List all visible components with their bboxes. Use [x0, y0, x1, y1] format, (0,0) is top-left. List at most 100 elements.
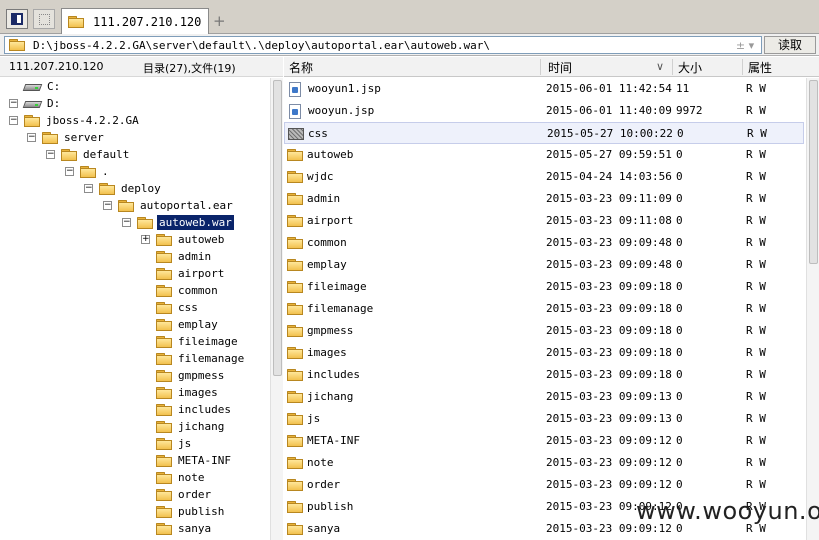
sort-descending-icon[interactable]: ∨ — [656, 60, 664, 73]
collapse-icon[interactable]: − — [9, 99, 18, 108]
table-row[interactable]: airport 2015-03-23 09:11:08 0 R W — [284, 210, 804, 232]
collapse-icon[interactable]: − — [9, 116, 18, 125]
file-attr: R W — [746, 412, 766, 425]
column-attr[interactable]: 属性 — [748, 59, 772, 75]
list-scroll-thumb[interactable] — [809, 80, 818, 264]
tree-node-note[interactable]: note — [156, 469, 207, 486]
panel-toggle-button[interactable] — [6, 9, 28, 29]
tree-node-label: autoportal.ear — [140, 199, 233, 212]
column-divider[interactable] — [742, 59, 743, 75]
tree-node-sanya[interactable]: sanya — [156, 520, 213, 537]
file-icon — [289, 81, 301, 97]
tree-node-meta-inf[interactable]: META-INF — [156, 452, 233, 469]
tree-scroll-thumb[interactable] — [273, 80, 282, 376]
tree-node-dot[interactable]: . — [80, 163, 111, 180]
file-attr: R W — [746, 280, 766, 293]
folder-tree[interactable]: C: − D: − jboss-4.2.2.GA − server − default −. − de… — [0, 78, 283, 540]
file-attr: R W — [746, 104, 766, 117]
table-row[interactable]: autoweb 2015-05-27 09:59:51 0 R W — [284, 144, 804, 166]
collapse-icon[interactable]: − — [27, 133, 36, 142]
file-size: 9972 — [676, 104, 703, 117]
table-row[interactable]: wjdc 2015-04-24 14:03:56 0 R W — [284, 166, 804, 188]
list-header: 名称 时间 ∨ 大小 属性 — [284, 57, 819, 77]
list-scrollbar[interactable] — [806, 78, 819, 540]
file-time: 2015-03-23 09:09:48 — [546, 236, 672, 249]
table-row[interactable]: note 2015-03-23 09:09:12 0 R W — [284, 452, 804, 474]
file-attr: R W — [747, 127, 767, 140]
tree-node-filemanage[interactable]: filemanage — [156, 350, 246, 367]
file-list[interactable]: wooyun1.jsp 2015-06-01 11:42:54 11 R Wwooyu… — [284, 78, 806, 540]
table-row[interactable]: order 2015-03-23 09:09:12 0 R W — [284, 474, 804, 496]
tree-node-admin[interactable]: admin — [156, 248, 213, 265]
table-row[interactable]: wooyun.jsp 2015-06-01 11:40:09 9972 R W — [284, 100, 804, 122]
tree-node-gmpmess[interactable]: gmpmess — [156, 367, 226, 384]
tree-node-airport[interactable]: airport — [156, 265, 226, 282]
tree-node-emplay[interactable]: emplay — [156, 316, 220, 333]
table-row[interactable]: META-INF 2015-03-23 09:09:12 0 R W — [284, 430, 804, 452]
tree-node-fileimage[interactable]: fileimage — [156, 333, 240, 350]
tree-node-label: publish — [178, 505, 225, 518]
table-row[interactable]: jichang 2015-03-23 09:09:13 0 R W — [284, 386, 804, 408]
path-input[interactable]: D:\jboss-4.2.2.GA\server\default\.\deplo… — [4, 36, 762, 54]
folder-icon — [287, 281, 303, 293]
file-name-cell: fileimage — [287, 276, 367, 298]
file-time: 2015-03-23 09:09:18 — [546, 302, 672, 315]
folder-icon — [156, 437, 172, 450]
table-row[interactable]: fileimage 2015-03-23 09:09:18 0 R W — [284, 276, 804, 298]
file-attr: R W — [746, 82, 766, 95]
tree-node-c[interactable]: C: — [24, 78, 62, 95]
path-dropdown-icon[interactable]: ± ▾ — [729, 39, 761, 52]
collapse-icon[interactable]: − — [84, 184, 93, 193]
tree-node-order[interactable]: order — [156, 486, 213, 503]
tree-node-css[interactable]: css — [156, 299, 200, 316]
tree-node-common[interactable]: common — [156, 282, 220, 299]
blank-tab-button[interactable] — [33, 9, 55, 29]
folder-icon — [156, 420, 172, 433]
table-row[interactable]: images 2015-03-23 09:09:18 0 R W — [284, 342, 804, 364]
file-name: autoweb — [307, 148, 354, 161]
tree-node-deploy[interactable]: deploy — [99, 180, 163, 197]
table-row[interactable]: admin 2015-03-23 09:11:09 0 R W — [284, 188, 804, 210]
file-name-cell: emplay — [287, 254, 347, 276]
folder-icon — [118, 199, 134, 212]
collapse-icon[interactable]: − — [65, 167, 74, 176]
add-tab-button[interactable]: + — [213, 12, 226, 30]
tree-node-jichang[interactable]: jichang — [156, 418, 226, 435]
tree-scrollbar[interactable] — [270, 78, 283, 540]
table-row[interactable]: wooyun1.jsp 2015-06-01 11:42:54 11 R W — [284, 78, 804, 100]
tree-node-autoportal-ear[interactable]: autoportal.ear — [118, 197, 235, 214]
folder-icon — [287, 325, 303, 337]
tree-node-publish[interactable]: publish — [156, 503, 226, 520]
tree-node-autoweb[interactable]: autoweb — [156, 231, 226, 248]
file-attr: R W — [746, 368, 766, 381]
tree-node-default[interactable]: default — [61, 146, 131, 163]
table-row[interactable]: common 2015-03-23 09:09:48 0 R W — [284, 232, 804, 254]
file-name-cell: wjdc — [287, 166, 334, 188]
collapse-icon[interactable]: − — [122, 218, 131, 227]
tree-node-jboss-4-2-2-ga[interactable]: jboss-4.2.2.GA — [24, 112, 141, 129]
column-name[interactable]: 名称 — [289, 59, 313, 75]
folder-icon — [287, 413, 303, 425]
column-time[interactable]: 时间 — [548, 59, 572, 75]
tab-host[interactable]: 111.207.210.120 — [61, 8, 209, 34]
tree-node-server[interactable]: server — [42, 129, 106, 146]
table-row[interactable]: emplay 2015-03-23 09:09:48 0 R W — [284, 254, 804, 276]
tree-node-includes[interactable]: includes — [156, 401, 233, 418]
table-row[interactable]: css 2015-05-27 10:00:22 0 R W — [284, 122, 804, 144]
table-row[interactable]: gmpmess 2015-03-23 09:09:18 0 R W — [284, 320, 804, 342]
tree-node-js[interactable]: js — [156, 435, 193, 452]
collapse-icon[interactable]: − — [46, 150, 55, 159]
collapse-icon[interactable]: − — [103, 201, 112, 210]
tree-node-d[interactable]: D: — [24, 95, 62, 112]
table-row[interactable]: js 2015-03-23 09:09:13 0 R W — [284, 408, 804, 430]
column-divider[interactable] — [672, 59, 673, 75]
table-row[interactable]: includes 2015-03-23 09:09:18 0 R W — [284, 364, 804, 386]
table-row[interactable]: filemanage 2015-03-23 09:09:18 0 R W — [284, 298, 804, 320]
column-size[interactable]: 大小 — [678, 59, 702, 75]
tree-node-autoweb-war[interactable]: autoweb.war — [137, 214, 234, 231]
read-button[interactable]: 读取 — [764, 36, 816, 54]
column-divider[interactable] — [540, 59, 541, 75]
expand-icon[interactable]: + — [141, 235, 150, 244]
tree-node-images[interactable]: images — [156, 384, 220, 401]
file-attr: R W — [746, 456, 766, 469]
